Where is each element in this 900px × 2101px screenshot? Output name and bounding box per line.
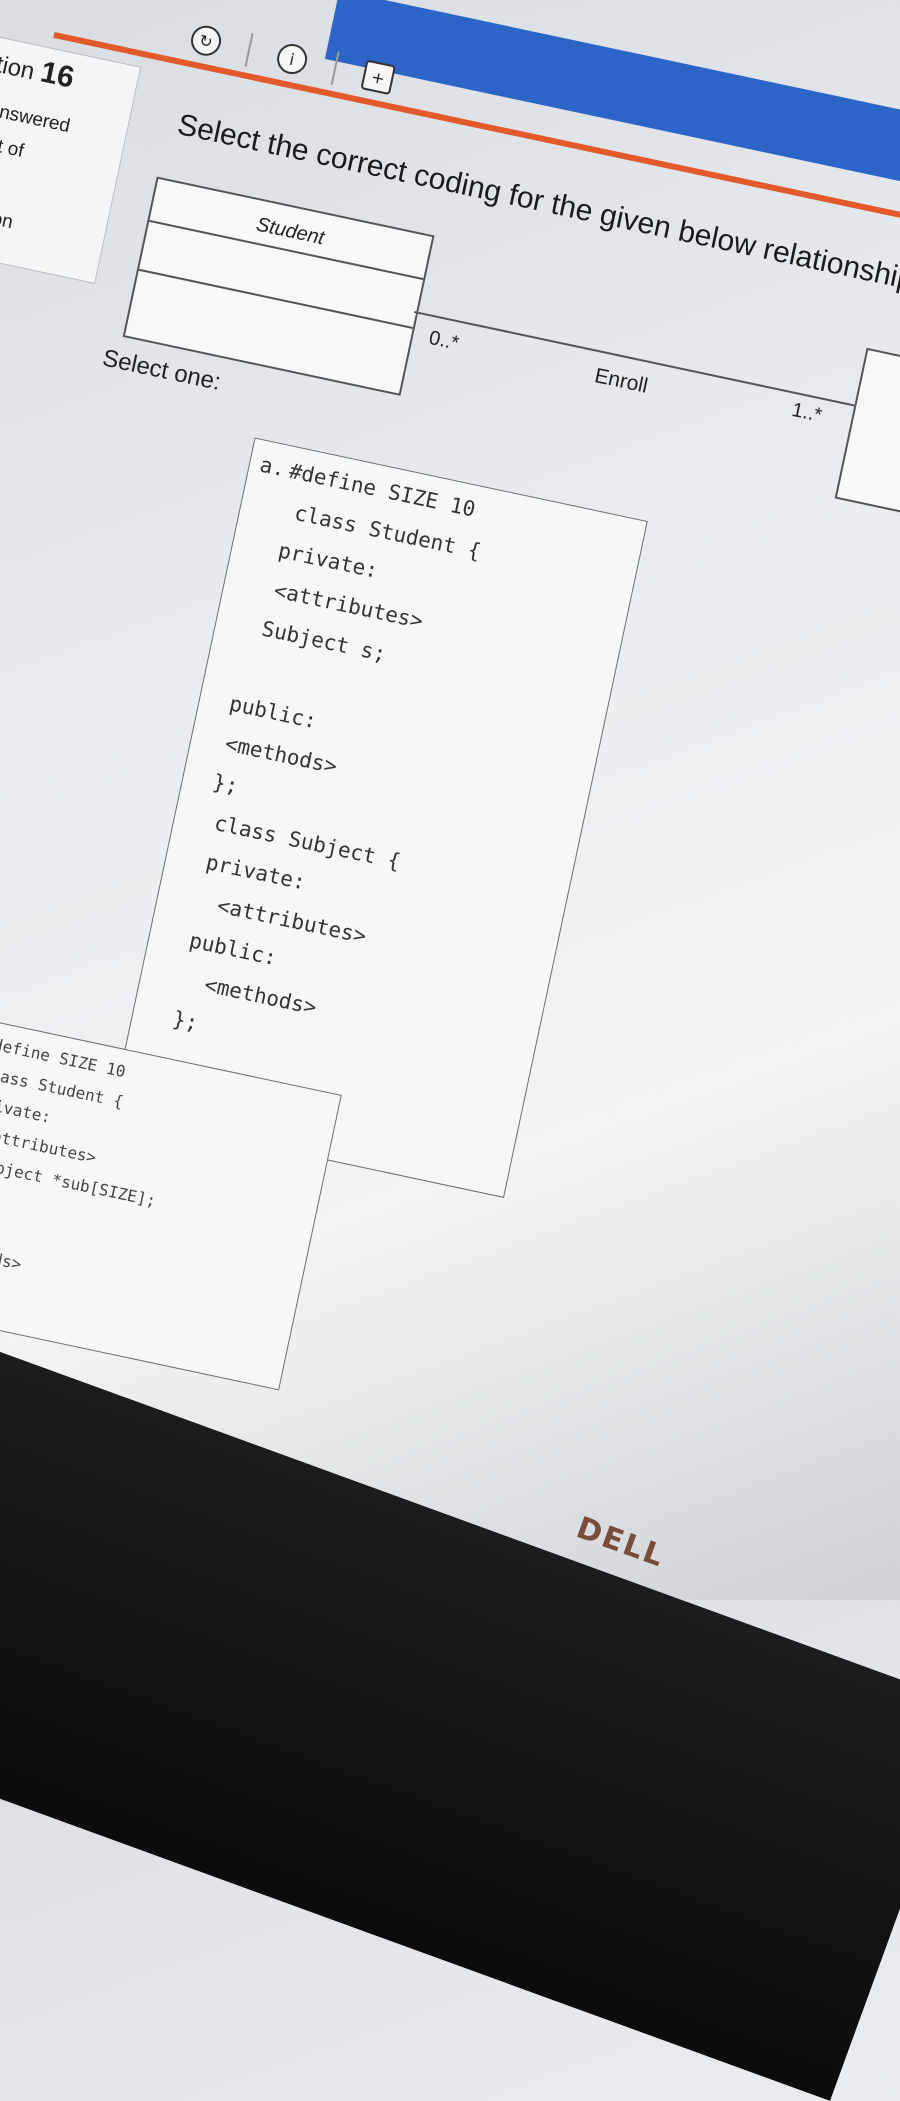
- uml-multiplicity-left: 0..*: [426, 326, 461, 355]
- code-line: public:: [227, 691, 319, 734]
- question-label: uestion: [0, 42, 37, 86]
- code-line: <methods>: [222, 731, 340, 779]
- uml-association-name: Enroll: [592, 364, 650, 398]
- code-line: private:: [203, 849, 308, 895]
- uml-class-subject: [834, 347, 900, 527]
- quiz-page: ↻ i + uestion 16 t yet answered ked out …: [0, 0, 900, 1598]
- toolbar-divider: [330, 51, 340, 86]
- uml-association-line: [413, 310, 900, 422]
- code-line: };: [170, 1006, 201, 1036]
- code-line: private:: [0, 1092, 53, 1127]
- question-info-panel: uestion 16 t yet answered ked out of g q…: [0, 26, 142, 284]
- toolbar-divider: [244, 33, 254, 67]
- screen: ↻ i + uestion 16 t yet answered ked out …: [0, 0, 900, 2101]
- uml-multiplicity-right: 1..*: [789, 398, 824, 427]
- code-line: Subject s;: [259, 616, 389, 667]
- question-status: t yet answered: [0, 91, 72, 138]
- question-number: uestion 16: [0, 38, 77, 96]
- question-number-value: 16: [37, 55, 78, 95]
- code-line: private:: [276, 538, 381, 583]
- option-letter: a.: [257, 452, 288, 482]
- code-line: <methods>: [0, 1237, 24, 1274]
- flag-question-link[interactable]: g question: [0, 194, 15, 234]
- code-line: };: [210, 769, 241, 799]
- code-line: <methods>: [202, 972, 319, 1020]
- question-marks: ked out of: [0, 124, 26, 162]
- refresh-icon[interactable]: ↻: [188, 22, 224, 59]
- info-icon[interactable]: i: [274, 41, 310, 77]
- add-page-icon[interactable]: +: [360, 59, 396, 96]
- code-line: public:: [187, 928, 279, 971]
